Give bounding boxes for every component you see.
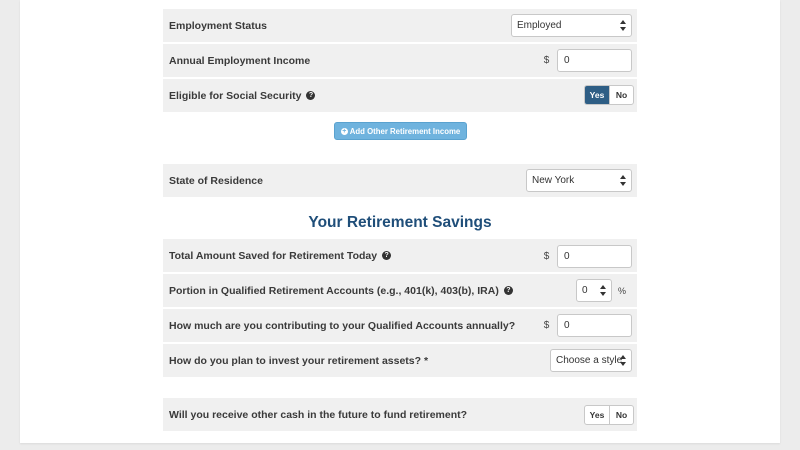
select-arrows-icon bbox=[620, 355, 626, 366]
annual-contribution-input[interactable]: 0 bbox=[557, 314, 632, 337]
qualified-portion-label: Portion in Qualified Retirement Accounts… bbox=[169, 285, 513, 297]
employment-status-label: Employment Status bbox=[169, 19, 268, 32]
invest-style-label: How do you plan to invest your retiremen… bbox=[169, 354, 429, 367]
other-cash-row: Will you receive other cash in the futur… bbox=[163, 398, 637, 431]
social-security-label: Eligible for Social Security ? bbox=[169, 89, 316, 102]
total-saved-input[interactable]: 0 bbox=[557, 245, 632, 268]
other-cash-no-button[interactable]: No bbox=[609, 406, 633, 424]
state-value: New York bbox=[532, 175, 575, 186]
invest-style-value: Choose a style bbox=[556, 355, 623, 366]
other-cash-toggle: Yes No bbox=[584, 405, 634, 425]
annual-income-label: Annual Employment Income bbox=[169, 54, 311, 67]
total-saved-currency: $ bbox=[543, 251, 550, 262]
social-security-yes-button[interactable]: Yes bbox=[585, 86, 609, 104]
retirement-savings-title: Your Retirement Savings bbox=[308, 214, 492, 231]
social-security-no-button[interactable]: No bbox=[609, 86, 633, 104]
invest-style-select[interactable]: Choose a style bbox=[550, 349, 632, 372]
state-select[interactable]: New York bbox=[526, 169, 632, 192]
annual-contribution-label: How much are you contributing to your Qu… bbox=[169, 319, 516, 332]
annual-contribution-value: 0 bbox=[564, 320, 570, 331]
question-circle-icon[interactable]: ? bbox=[306, 91, 316, 100]
add-retirement-income-button[interactable]: + Add Other Retirement Income bbox=[334, 122, 467, 140]
add-retirement-income-label: Add Other Retirement Income bbox=[349, 126, 461, 136]
plus-circle-icon: + bbox=[340, 127, 348, 135]
qualified-portion-row: Portion in Qualified Retirement Accounts… bbox=[163, 274, 637, 307]
other-cash-yes-button[interactable]: Yes bbox=[585, 406, 609, 424]
select-arrows-icon bbox=[620, 20, 626, 31]
social-security-row: Eligible for Social Security ? bbox=[163, 79, 637, 112]
state-label: State of Residence bbox=[169, 174, 263, 187]
annual-income-currency: $ bbox=[543, 55, 550, 66]
annual-income-input[interactable]: 0 bbox=[557, 49, 632, 72]
select-arrows-icon bbox=[600, 285, 606, 296]
total-saved-value: 0 bbox=[564, 251, 570, 262]
annual-income-value: 0 bbox=[564, 55, 570, 66]
qualified-portion-value: 0 bbox=[582, 285, 588, 296]
employment-status-select[interactable]: Employed bbox=[511, 14, 632, 37]
employment-status-value: Employed bbox=[517, 20, 562, 31]
total-saved-label: Total Amount Saved for Retirement Today … bbox=[169, 249, 392, 262]
question-circle-icon[interactable]: ? bbox=[503, 286, 513, 295]
question-circle-icon[interactable]: ? bbox=[382, 251, 392, 260]
annual-contribution-currency: $ bbox=[543, 320, 550, 331]
qualified-portion-label-text: Portion in Qualified Retirement Accounts… bbox=[169, 284, 499, 297]
social-security-label-text: Eligible for Social Security bbox=[169, 89, 302, 102]
select-arrows-icon bbox=[620, 175, 626, 186]
total-saved-label-text: Total Amount Saved for Retirement Today bbox=[169, 249, 378, 262]
other-cash-label: Will you receive other cash in the futur… bbox=[169, 408, 468, 421]
qualified-portion-select[interactable]: 0 bbox=[576, 279, 612, 302]
qualified-portion-percent: % bbox=[618, 286, 627, 296]
social-security-toggle: Yes No bbox=[584, 85, 634, 105]
